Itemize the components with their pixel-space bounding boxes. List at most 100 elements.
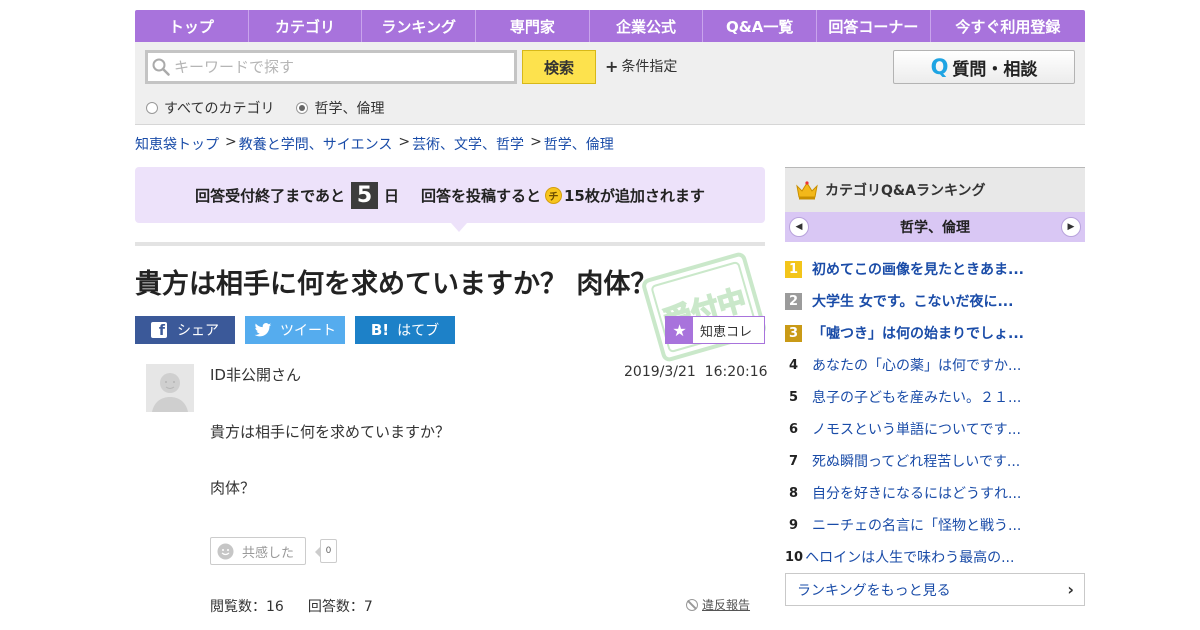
nav-top[interactable]: トップ	[135, 10, 249, 42]
ranking-link[interactable]: 死ぬ瞬間ってどれ程苦しいです...	[812, 451, 1020, 471]
ranking-link[interactable]: 息子の子どもを産みたい。２１...	[812, 387, 1021, 407]
breadcrumb-item[interactable]: 知恵袋トップ	[135, 134, 219, 154]
search-input[interactable]	[174, 58, 504, 76]
avatar	[146, 364, 194, 412]
view-count: 閲覧数：16	[210, 599, 284, 615]
empathy-count: 0	[315, 539, 337, 563]
ranking-header: カテゴリQ&Aランキング	[785, 167, 1085, 212]
ranking-item[interactable]: 10 ヘロインは人生で味わう最高の...	[785, 541, 1085, 573]
default-avatar-icon	[146, 364, 194, 412]
chevron-left-icon[interactable]: ◀	[789, 217, 809, 237]
nav-category[interactable]: カテゴリ	[249, 10, 363, 42]
rank-number: 9	[788, 517, 799, 533]
ranking-title: カテゴリQ&Aランキング	[825, 183, 986, 199]
ask-question-button[interactable]: Q 質問・相談	[893, 50, 1075, 84]
twitter-icon	[254, 322, 272, 336]
q-logo-icon: Q	[930, 55, 949, 79]
breadcrumb-separator: >	[225, 134, 237, 150]
rank-number: 2	[785, 292, 802, 310]
question-body-line: 肉体？	[210, 479, 256, 497]
report-link[interactable]: 違反報告	[686, 596, 750, 613]
rank-number: 8	[788, 485, 799, 501]
rank-number: 6	[788, 421, 799, 437]
days-remaining: 5	[350, 181, 378, 209]
nav-qa-list[interactable]: Q&A一覧	[703, 10, 818, 42]
search-area: 検索 + 条件指定 Q 質問・相談 すべてのカテゴリ 哲学、倫理	[135, 42, 1085, 125]
facebook-share-button[interactable]: f シェア	[135, 316, 235, 344]
twitter-share-button[interactable]: ツイート	[245, 316, 345, 344]
ranking-item[interactable]: 5 息子の子どもを産みたい。２１...	[785, 381, 1085, 413]
nav-answer-corner[interactable]: 回答コーナー	[817, 10, 931, 42]
answer-count: 回答数：7	[307, 599, 373, 615]
ranking-link[interactable]: ニーチェの名言に「怪物と戦う...	[812, 515, 1021, 535]
ranking-link[interactable]: 自分を好きになるにはどうすれ...	[812, 483, 1021, 503]
chevron-right-icon[interactable]: ▶	[1061, 217, 1081, 237]
twitter-share-label: ツイート	[280, 323, 336, 339]
question-title: 貴方は相手に何を求めていますか？ 肉体？	[135, 269, 658, 300]
chiekore-button[interactable]: ★ 知恵コレ	[665, 316, 765, 344]
coin-icon: チ	[545, 186, 562, 204]
nav-experts[interactable]: 専門家	[476, 10, 590, 42]
ask-question-label: 質問・相談	[952, 59, 1038, 80]
ranking-more-link[interactable]: ランキングをもっと見る ›	[785, 573, 1085, 606]
deadline-notice: 回答受付終了まであと 5 日 回答を投稿すると チ 15枚が追加されます	[135, 167, 765, 232]
question-stats: 閲覧数：16 回答数：7	[210, 596, 397, 616]
question-body: 貴方は相手に何を求めていますか？ 肉体？	[210, 418, 450, 530]
hatena-bookmark-button[interactable]: B! はてブ	[355, 316, 455, 344]
search-button[interactable]: 検索	[522, 50, 596, 84]
rank-number: 4	[788, 357, 799, 373]
hatena-share-label: はてブ	[397, 323, 440, 339]
notice-middle: 回答を投稿すると	[420, 186, 541, 205]
chevron-right-icon: ›	[1067, 580, 1074, 599]
breadcrumb-item[interactable]: 哲学、倫理	[544, 134, 614, 154]
ranking-item[interactable]: 3 「嘘つき」は何の始まりでしょ...	[785, 317, 1085, 349]
ranking-item[interactable]: 4 あなたの「心の薬」は何ですか...	[785, 349, 1085, 381]
radio-icon	[146, 102, 158, 114]
post-date: 2019/3/21 16:20:16	[624, 364, 768, 380]
breadcrumb-item[interactable]: 芸術、文学、哲学	[412, 134, 524, 154]
crown-icon	[796, 181, 818, 200]
prohibited-icon	[686, 598, 698, 611]
facebook-share-label: シェア	[177, 323, 219, 339]
breadcrumb-item[interactable]: 教養と学問、サイエンス	[239, 134, 393, 154]
rank-number: 5	[788, 389, 799, 405]
breadcrumb-separator: >	[530, 134, 542, 150]
ranking-link[interactable]: 初めてこの画像を見たときあま...	[812, 259, 1024, 279]
ranking-category-bar: ◀ 哲学、倫理 ▶	[785, 212, 1085, 242]
empathy-label: 共感した	[242, 545, 295, 561]
ranking-link[interactable]: あなたの「心の薬」は何ですか...	[812, 355, 1021, 375]
scope-category-radio[interactable]: 哲学、倫理	[296, 98, 384, 118]
scope-all-label: すべてのカテゴリ	[164, 101, 275, 117]
search-box	[145, 50, 517, 84]
ranking-more-label: ランキングをもっと見る	[797, 582, 951, 599]
ranking-item[interactable]: 1 初めてこの画像を見たときあま...	[785, 253, 1085, 285]
ranking-item[interactable]: 7 死ぬ瞬間ってどれ程苦しいです...	[785, 445, 1085, 477]
ranking-link[interactable]: ノモスという単語についてです...	[812, 419, 1021, 439]
ranking-item[interactable]: 8 自分を好きになるにはどうすれ...	[785, 477, 1085, 509]
nav-ranking[interactable]: ランキング	[362, 10, 477, 42]
ranking-list: 1 初めてこの画像を見たときあま... 2 大学生 女です。こないだ夜に... …	[785, 253, 1085, 573]
search-scope: すべてのカテゴリ 哲学、倫理	[146, 98, 406, 118]
conditions-label: 条件指定	[621, 59, 678, 75]
nav-register[interactable]: 今すぐ利用登録	[931, 10, 1085, 42]
empathy-button[interactable]: 共感した	[210, 537, 306, 565]
ranking-link[interactable]: ヘロインは人生で味わう最高の...	[805, 547, 1014, 567]
days-unit: 日	[383, 186, 399, 205]
chiekore-label: 知恵コレ	[700, 324, 753, 340]
ranking-item[interactable]: 9 ニーチェの名言に「怪物と戦う...	[785, 509, 1085, 541]
search-icon	[152, 58, 170, 76]
rank-number: 7	[788, 453, 799, 469]
nav-official[interactable]: 企業公式	[590, 10, 704, 42]
ranking-link[interactable]: 「嘘つき」は何の始まりでしょ...	[812, 323, 1024, 343]
ranking-link[interactable]: 大学生 女です。こないだ夜に...	[812, 291, 1013, 311]
conditions-link[interactable]: + 条件指定	[605, 56, 677, 76]
smiley-icon	[217, 543, 234, 559]
rank-number: 1	[785, 260, 802, 278]
breadcrumb-separator: >	[398, 134, 411, 150]
rank-number: 3	[785, 324, 802, 342]
star-icon: ★	[666, 317, 693, 343]
ranking-item[interactable]: 6 ノモスという単語についてです...	[785, 413, 1085, 445]
report-label: 違反報告	[702, 598, 751, 612]
scope-all-radio[interactable]: すべてのカテゴリ	[146, 98, 274, 118]
ranking-item[interactable]: 2 大学生 女です。こないだ夜に...	[785, 285, 1085, 317]
